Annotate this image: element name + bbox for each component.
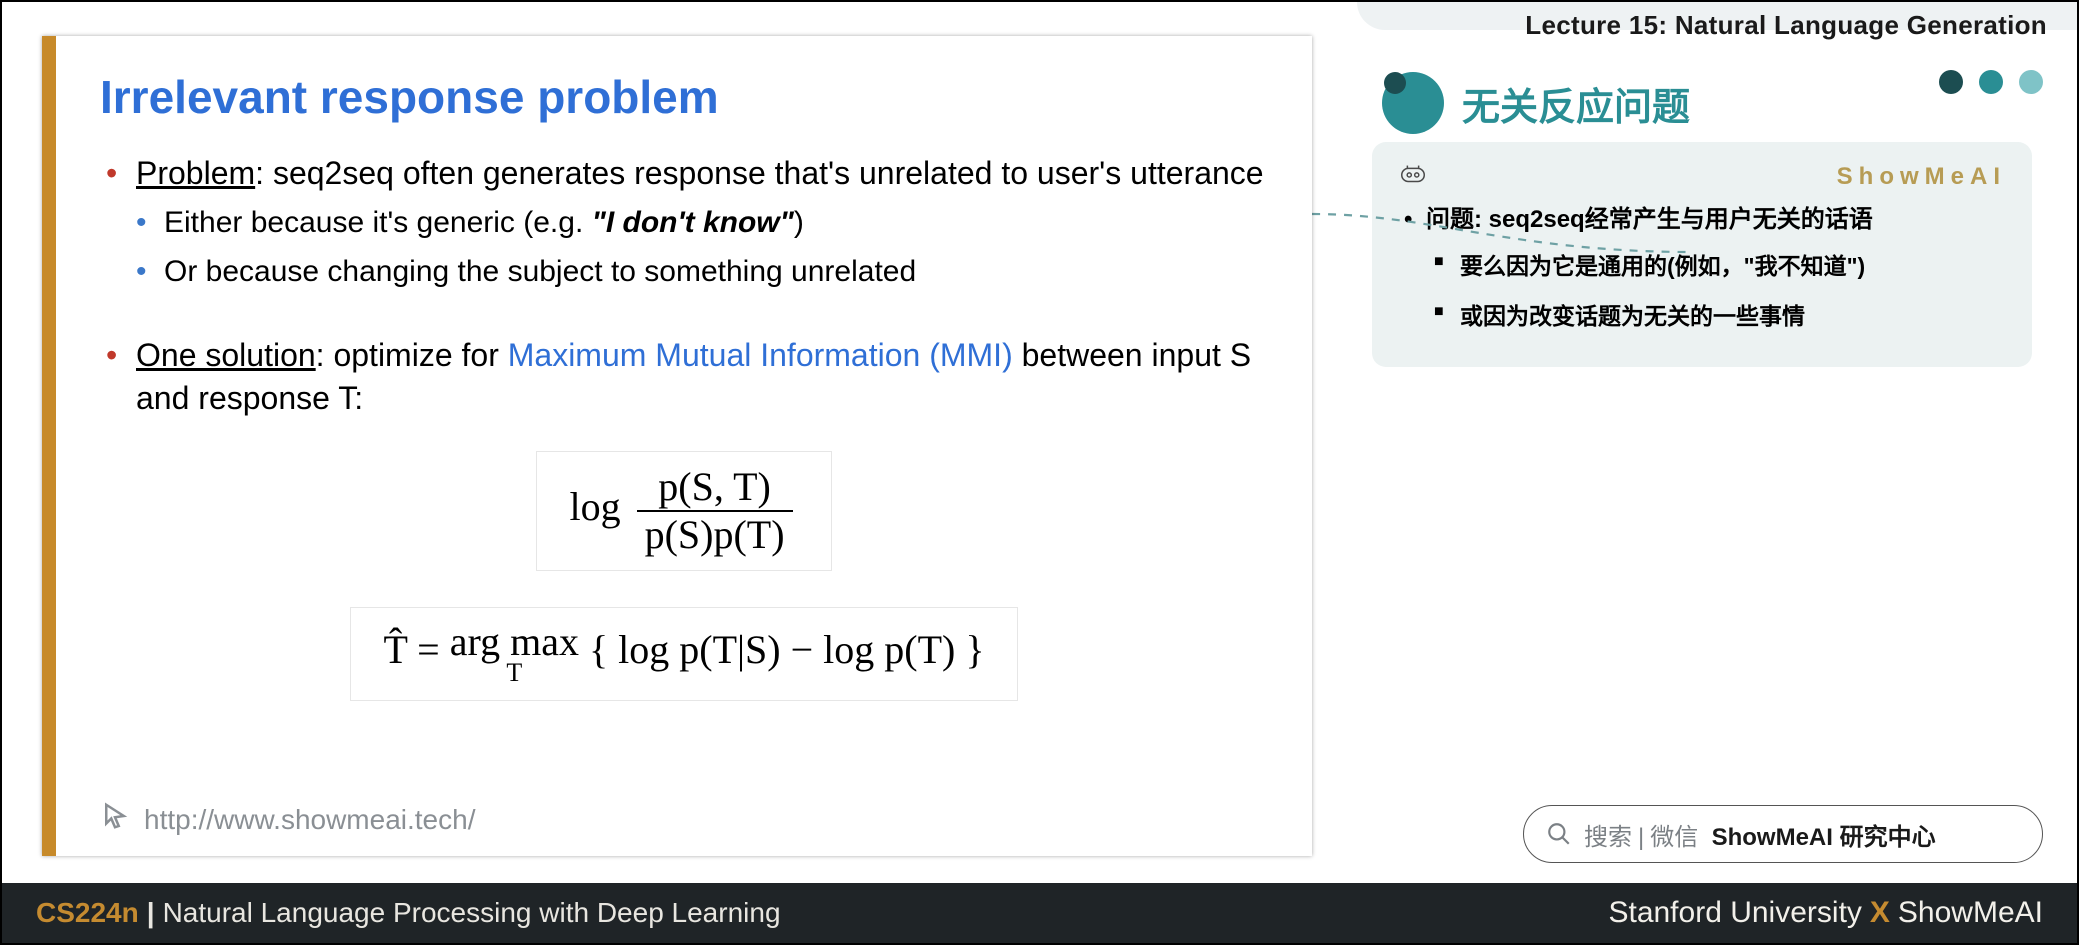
problem-label: Problem — [136, 155, 255, 191]
card-bullet-1: 问题: seq2seq经常产生与用户无关的话语 — [1398, 201, 2006, 239]
brand-label: ShowMeAI — [1837, 163, 2006, 191]
right-title-block: 无关反应问题 — [1382, 72, 1690, 134]
problem-text: : seq2seq often generates response that'… — [255, 155, 1263, 191]
title-deco-icon — [1382, 72, 1444, 134]
formula-1: log p(S, T) p(S)p(T) — [100, 445, 1268, 577]
course-title: Natural Language Processing with Deep Le… — [163, 897, 781, 928]
dot-2-icon — [1979, 70, 2003, 94]
search-icon — [1546, 821, 1572, 847]
b2-mid: : optimize for — [316, 337, 508, 373]
card-header: ShowMeAI — [1398, 162, 2006, 191]
formula2-body: { log p(T|S) − log p(T) } — [579, 627, 985, 672]
bottom-bar: CS224n|Natural Language Processing with … — [2, 883, 2077, 943]
org-1: Stanford University — [1608, 896, 1861, 929]
mmi-link[interactable]: Maximum Mutual Information (MMI) — [508, 337, 1013, 373]
cursor-icon — [100, 801, 130, 838]
translation-card: ShowMeAI 问题: seq2seq经常产生与用户无关的话语 要么因为它是通… — [1372, 142, 2032, 367]
bottom-left: CS224n|Natural Language Processing with … — [36, 897, 781, 929]
search-word-2: 微信 — [1650, 824, 1698, 851]
decorative-dots — [1939, 70, 2043, 94]
formula1-den: p(S)p(T) — [637, 512, 793, 556]
footer-url[interactable]: http://www.showmeai.tech/ — [144, 804, 475, 836]
org-2: ShowMeAI — [1898, 896, 2043, 929]
lecture-label: Lecture 15: Natural Language Generation — [1525, 10, 2047, 41]
formula2-lhs: T̂ = — [383, 627, 449, 672]
slide: Irrelevant response problem Problem: seq… — [42, 36, 1312, 856]
right-title: 无关反应问题 — [1462, 76, 1690, 131]
course-code: CS224n — [36, 897, 139, 928]
b1a-quote: "I don't know" — [592, 206, 794, 239]
formula2-argmax: arg max — [450, 619, 579, 664]
search-strong: ShowMeAI 研究中心 — [1712, 824, 1936, 851]
b1a-pre: Either because it's generic (e.g. — [164, 206, 592, 239]
solution-label: One solution — [136, 337, 316, 373]
formula1-log: log — [569, 484, 620, 529]
bullet-problem-a: Either because it's generic (e.g. "I don… — [100, 203, 1268, 244]
bot-icon — [1398, 162, 1428, 191]
bullet-problem: Problem: seq2seq often generates respons… — [100, 152, 1268, 195]
formula1-num: p(S, T) — [637, 466, 793, 512]
bullet-problem-b: Or because changing the subject to somet… — [100, 252, 1268, 293]
bottom-right: Stanford UniversityXShowMeAI — [1608, 896, 2043, 930]
card-bullet-1a: 要么因为它是通用的(例如，"我不知道") — [1398, 245, 2006, 289]
card-bullet-1b: 或因为改变话题为无关的一些事情 — [1398, 295, 2006, 339]
search-pill[interactable]: 搜索|微信 ShowMeAI 研究中心 — [1523, 805, 2043, 863]
slide-title: Irrelevant response problem — [100, 70, 1268, 124]
bullet-solution: One solution: optimize for Maximum Mutua… — [100, 334, 1268, 420]
formula-2: T̂ = arg maxT { log p(T|S) − log p(T) } — [100, 601, 1268, 707]
dot-3-icon — [2019, 70, 2043, 94]
dot-1-icon — [1939, 70, 1963, 94]
slide-footer: http://www.showmeai.tech/ — [100, 801, 475, 838]
b1a-post: ) — [794, 206, 804, 239]
search-word-1: 搜索 — [1584, 824, 1632, 851]
page-root: Lecture 15: Natural Language Generation … — [0, 0, 2079, 945]
search-text: 搜索|微信 ShowMeAI 研究中心 — [1584, 817, 1936, 852]
